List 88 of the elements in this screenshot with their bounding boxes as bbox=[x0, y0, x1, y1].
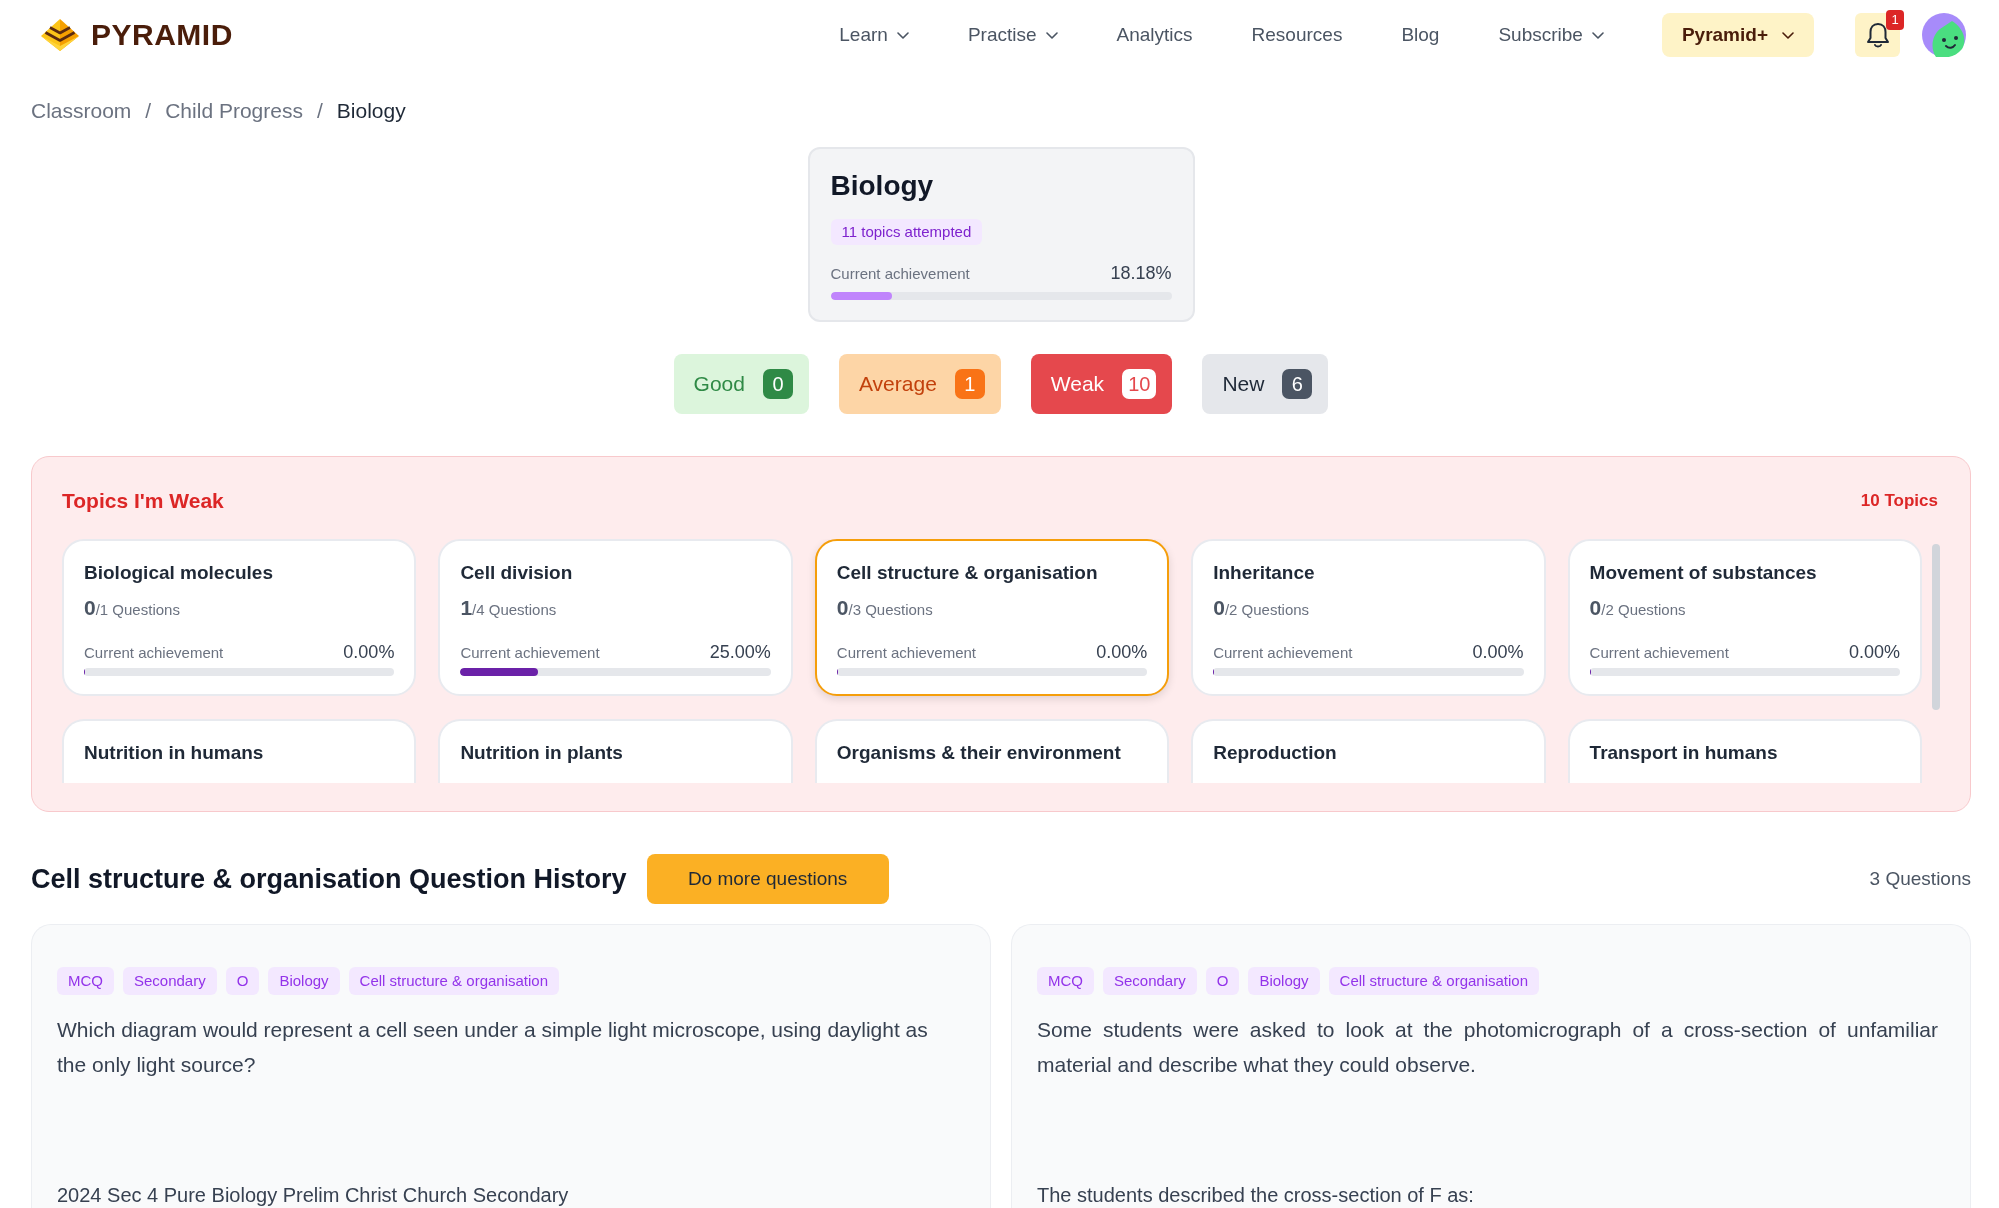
topic-title: Nutrition in humans bbox=[84, 741, 265, 765]
filter-button[interactable]: New 6 bbox=[1202, 354, 1329, 414]
topic-title: Biological molecules bbox=[84, 561, 274, 585]
achievement-label: Current achievement bbox=[1213, 643, 1353, 663]
achievement-value: 25.00% bbox=[709, 641, 771, 663]
tag: Biology bbox=[1248, 967, 1320, 995]
tag: O bbox=[225, 967, 260, 995]
filter-button[interactable]: Weak 10 bbox=[1030, 354, 1173, 414]
tag: Cell structure & organisation bbox=[1328, 967, 1540, 995]
question-count: 0/2 Questions bbox=[1213, 595, 1311, 621]
question-count: 0/2 Questions bbox=[1589, 595, 1687, 621]
subject-title: Biology bbox=[830, 169, 935, 203]
achievement-label: Current achievement bbox=[84, 643, 224, 663]
chevron-down-icon bbox=[1045, 31, 1058, 39]
topic-title: Cell structure & organisation bbox=[836, 561, 1099, 585]
topic-count: 10 Topics bbox=[1860, 491, 1938, 511]
count-badge: 0 bbox=[762, 369, 793, 399]
breadcrumb-separator: / bbox=[316, 98, 323, 124]
pyramid-logo-icon bbox=[40, 18, 80, 52]
nav-link[interactable]: Learn bbox=[839, 24, 909, 46]
nav-link[interactable]: Blog bbox=[1401, 24, 1440, 46]
question-total: 3 Questions bbox=[1869, 868, 1971, 890]
tag: Biology bbox=[268, 967, 340, 995]
filter-button[interactable]: Average 1 bbox=[838, 354, 1001, 414]
notification-badge: 1 bbox=[1886, 10, 1904, 30]
history-title: Cell structure & organisation Question History bbox=[31, 863, 627, 895]
breadcrumb-link[interactable]: Classroom bbox=[31, 98, 132, 124]
tag: MCQ bbox=[57, 967, 114, 995]
tag: Cell structure & organisation bbox=[348, 967, 560, 995]
plan-button[interactable]: Pyramid+ bbox=[1661, 13, 1814, 57]
topic-title: Inheritance bbox=[1213, 561, 1316, 585]
topic-card[interactable]: Cell structure & organisation 0/3 Questions Current achievement 0.00% bbox=[814, 539, 1170, 696]
topic-card[interactable]: Nutrition in plants bbox=[438, 719, 793, 783]
nav-link[interactable]: Practise bbox=[967, 24, 1058, 46]
do-more-questions-button[interactable]: Do more questions bbox=[646, 854, 889, 904]
bell-icon bbox=[1864, 21, 1891, 49]
topic-title: Transport in humans bbox=[1589, 741, 1779, 765]
question-text: Which diagram would represent a cell seen under a simple light microscope, using daylight as the only light source? bbox=[57, 1017, 929, 1078]
count-badge: 6 bbox=[1282, 369, 1313, 399]
count-badge: 10 bbox=[1122, 369, 1157, 399]
achievement-label: Current achievement bbox=[1589, 643, 1729, 663]
nav-link[interactable]: Analytics bbox=[1116, 24, 1193, 46]
topic-title: Cell division bbox=[460, 561, 574, 585]
breadcrumb-current: Biology bbox=[336, 98, 406, 124]
topic-card[interactable]: Biological molecules 0/1 Questions Current achievement 0.00% bbox=[62, 539, 417, 696]
scrollbar-thumb[interactable] bbox=[1932, 544, 1940, 710]
logo-text: PYRAMID bbox=[91, 18, 233, 52]
tag: Secondary bbox=[1103, 967, 1197, 995]
question-text: Some students were asked to look at the photomicrograph of a cross-section of unfamiliar material and describe what they could observe. bbox=[1037, 1017, 1938, 1078]
question-count: 0/1 Questions bbox=[84, 595, 181, 621]
question-count: 1/4 Questions bbox=[460, 595, 558, 621]
topic-title: Movement of substances bbox=[1589, 561, 1818, 585]
topic-card[interactable]: Transport in humans bbox=[1567, 719, 1922, 783]
tag: O bbox=[1205, 967, 1240, 995]
topic-title: Reproduction bbox=[1213, 741, 1338, 765]
avatar-icon[interactable] bbox=[1922, 13, 1966, 57]
achievement-label: Current achievement bbox=[460, 643, 600, 663]
achievement-value: 0.00% bbox=[343, 641, 395, 663]
breadcrumb-separator: / bbox=[145, 98, 152, 124]
topic-card[interactable]: Organisms & their environment bbox=[814, 719, 1170, 783]
topic-card[interactable]: Cell division 1/4 Questions Current achievement 25.00% bbox=[438, 539, 793, 696]
nav-link[interactable]: Resources bbox=[1251, 24, 1343, 46]
achievement-value: 0.00% bbox=[1096, 641, 1148, 663]
topic-card[interactable]: Nutrition in humans bbox=[62, 719, 417, 783]
achievement-value: 0.00% bbox=[1472, 641, 1524, 663]
chevron-down-icon bbox=[896, 31, 909, 39]
breadcrumb-link[interactable]: Child Progress bbox=[165, 98, 303, 124]
topic-title: Organisms & their environment bbox=[836, 741, 1122, 765]
achievement-value: 18.18% bbox=[1110, 262, 1172, 284]
achievement-label: Current achievement bbox=[836, 643, 977, 663]
topic-title: Nutrition in plants bbox=[460, 741, 624, 765]
topic-card[interactable]: Reproduction bbox=[1191, 719, 1546, 783]
achievement-value: 0.00% bbox=[1848, 641, 1900, 663]
topic-card[interactable]: Inheritance 0/2 Questions Current achievement 0.00% bbox=[1191, 539, 1546, 696]
section-title: Topics I'm Weak bbox=[62, 489, 224, 513]
question-detail: 2024 Sec 4 Pure Biology Prelim Christ Church Secondary bbox=[57, 1183, 570, 1208]
filter-button[interactable]: Good 0 bbox=[673, 354, 809, 414]
question-detail: The students described the cross-section of F as: bbox=[1037, 1183, 1475, 1208]
question-count: 0/3 Questions bbox=[836, 595, 934, 621]
topic-card[interactable]: Movement of substances 0/2 Questions Current achievement 0.00% bbox=[1567, 539, 1922, 696]
chevron-down-icon bbox=[1591, 31, 1604, 39]
count-badge: 1 bbox=[954, 369, 985, 399]
chevron-down-icon bbox=[1782, 31, 1794, 39]
achievement-label: Current achievement bbox=[830, 264, 970, 284]
topics-attempted-badge: 11 topics attempted bbox=[830, 219, 983, 245]
nav-link[interactable]: Subscribe bbox=[1498, 24, 1604, 46]
tag: MCQ bbox=[1037, 967, 1094, 995]
tag: Secondary bbox=[123, 967, 217, 995]
